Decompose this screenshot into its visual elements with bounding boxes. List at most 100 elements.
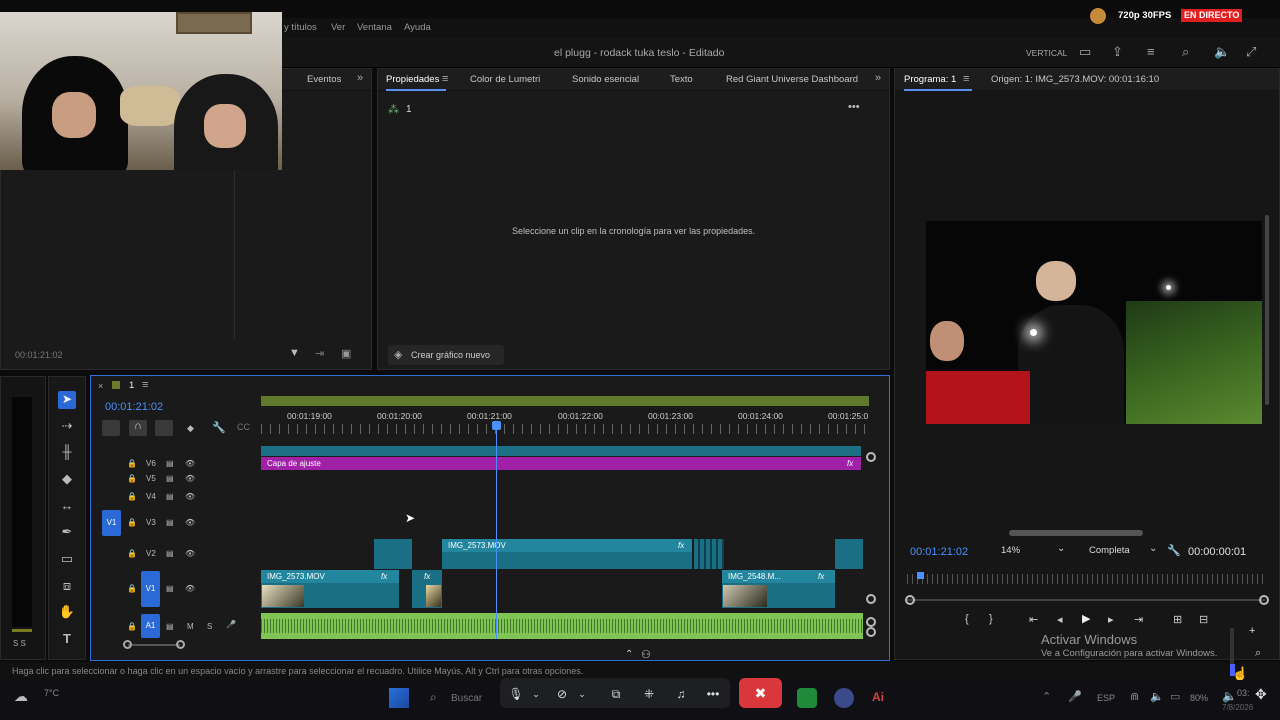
- track-select-icon[interactable]: ⇢: [57, 417, 77, 435]
- mic-icon[interactable]: 🎤: [226, 620, 236, 629]
- workspace-label[interactable]: VERTICAL: [1026, 48, 1067, 58]
- lock-icon[interactable]: 🔒: [127, 622, 137, 631]
- clip-v2-small[interactable]: [374, 539, 412, 569]
- type-icon[interactable]: T: [57, 630, 77, 648]
- slip-icon[interactable]: ↔: [57, 497, 77, 515]
- eye-icon[interactable]: 👁: [185, 549, 195, 558]
- lock-icon[interactable]: 🔒: [127, 459, 137, 468]
- more-options-icon[interactable]: •••: [703, 683, 723, 705]
- add-button-icon[interactable]: +: [1249, 625, 1255, 637]
- source-patch-v1[interactable]: V1: [102, 510, 121, 536]
- hand-icon[interactable]: ✋: [57, 603, 77, 621]
- clip-v2-fragments[interactable]: [694, 539, 724, 569]
- sync-icon[interactable]: ▤: [166, 518, 174, 527]
- horizontal-scrollbar[interactable]: [1009, 530, 1143, 536]
- time-ruler[interactable]: [261, 424, 869, 434]
- go-to-in-icon[interactable]: ⇤: [1029, 613, 1038, 626]
- quality-select[interactable]: Completa ⌄: [1085, 543, 1165, 559]
- weather-icon[interactable]: ☁: [14, 688, 28, 705]
- tab-text[interactable]: Texto: [670, 69, 693, 91]
- lock-icon[interactable]: 🔒: [127, 518, 137, 527]
- volume-icon[interactable]: 🔈: [1214, 44, 1230, 60]
- sync-icon[interactable]: ▤: [166, 549, 174, 558]
- zoom-handle-right[interactable]: [1259, 595, 1269, 605]
- list-icon[interactable]: ≡: [1147, 44, 1155, 59]
- go-to-out-icon[interactable]: ⇥: [1134, 613, 1143, 626]
- mic-icon[interactable]: 🎙: [508, 683, 524, 705]
- clip-v1-short[interactable]: fx: [412, 570, 442, 608]
- audio-zoom-handle-top[interactable]: [866, 617, 876, 627]
- sync-icon[interactable]: ▤: [166, 492, 174, 501]
- program-playhead[interactable]: [917, 572, 924, 579]
- menu-item-window[interactable]: Ventana: [357, 22, 392, 33]
- tab-menu-icon[interactable]: ≡: [442, 73, 448, 85]
- menu-item-titles[interactable]: y títulos: [284, 22, 317, 33]
- program-video-frame[interactable]: [926, 221, 1262, 424]
- tag-icon[interactable]: ⇥: [315, 347, 324, 360]
- clip-top-layer[interactable]: [261, 446, 861, 456]
- step-forward-icon[interactable]: ▸: [1108, 613, 1114, 626]
- vertical-scrollbar[interactable]: [1265, 215, 1269, 405]
- search-icon[interactable]: ⌕: [1182, 44, 1189, 60]
- chevron-down-icon[interactable]: ⌄: [576, 683, 588, 705]
- chevron-up-icon[interactable]: ⌃: [1042, 690, 1051, 703]
- tab-lumetri[interactable]: Color de Lumetri: [470, 69, 540, 91]
- clip-v2-end[interactable]: [835, 539, 863, 569]
- volume-icon[interactable]: 🔈: [1150, 690, 1164, 703]
- eye-icon[interactable]: 👁: [185, 584, 195, 593]
- tab-red-giant[interactable]: Red Giant Universe Dashboard: [726, 69, 858, 91]
- close-icon[interactable]: ×: [98, 381, 103, 391]
- pen-icon[interactable]: ✒: [57, 523, 77, 541]
- mic-icon[interactable]: 🎤: [1068, 690, 1082, 703]
- eye-icon[interactable]: 👁: [185, 459, 195, 468]
- volume-icon[interactable]: 🔈: [1222, 689, 1237, 703]
- track-name-v5[interactable]: V5: [146, 474, 156, 483]
- create-graphic-button[interactable]: ◈ Crear gráfico nuevo: [388, 345, 504, 365]
- disconnect-button[interactable]: ✖: [739, 678, 782, 708]
- clip-v2-main[interactable]: IMG_2573.MOV fx: [442, 539, 692, 569]
- tab-program[interactable]: Programa: 1: [904, 69, 956, 91]
- timeline-tab[interactable]: 1: [129, 380, 134, 391]
- tab-events[interactable]: Eventos: [307, 69, 341, 91]
- sync-icon[interactable]: ▤: [166, 622, 174, 631]
- taskbar-search[interactable]: Buscar: [451, 693, 482, 704]
- tab-essential-sound[interactable]: Sonido esencial: [572, 69, 639, 91]
- people-icon[interactable]: ⚇: [641, 648, 651, 661]
- wrench-icon[interactable]: 🔧: [1167, 544, 1181, 557]
- tab-menu-icon[interactable]: ≡: [142, 379, 148, 391]
- panel-overflow-icon[interactable]: »: [875, 72, 881, 84]
- track-name-v2[interactable]: V2: [146, 549, 156, 558]
- share-icon[interactable]: ⇪: [1112, 44, 1123, 60]
- wifi-icon[interactable]: ⋒: [1130, 690, 1139, 703]
- lock-icon[interactable]: 🔒: [127, 584, 137, 593]
- track-name-v3[interactable]: V3: [146, 518, 156, 527]
- ripple-edit-icon[interactable]: ╫: [57, 443, 77, 461]
- audio-zoom-handle-bottom[interactable]: [866, 627, 876, 637]
- lift-icon[interactable]: ⊞: [1173, 613, 1182, 626]
- search-icon[interactable]: ⌕: [430, 690, 437, 705]
- eye-icon[interactable]: 👁: [185, 518, 195, 527]
- track-name-v1[interactable]: V1: [141, 571, 160, 607]
- filter-icon[interactable]: ▼: [289, 347, 300, 359]
- captions-icon[interactable]: CC: [237, 422, 250, 432]
- clip-adjustment-layer[interactable]: Capa de ajuste fx: [261, 457, 861, 470]
- menu-item-view[interactable]: Ver: [331, 22, 345, 33]
- snap-icon[interactable]: ∩: [129, 420, 147, 436]
- windows-start-icon[interactable]: [389, 688, 409, 708]
- track-name-a1[interactable]: A1: [141, 614, 160, 638]
- app-icon[interactable]: [797, 688, 817, 708]
- crop-icon[interactable]: ⧈: [57, 577, 77, 595]
- solo-button[interactable]: S: [207, 622, 212, 631]
- playhead-handle[interactable]: [492, 421, 501, 430]
- track-name-v4[interactable]: V4: [146, 492, 156, 501]
- tab-properties[interactable]: Propiedades: [386, 69, 439, 91]
- mute-button[interactable]: M: [187, 622, 194, 631]
- vertical-zoom-handle-bottom[interactable]: [866, 594, 876, 604]
- timeline-timecode[interactable]: 00:01:21:02: [105, 401, 163, 413]
- sync-icon[interactable]: ▤: [166, 474, 174, 483]
- linked-selection-button[interactable]: [155, 420, 173, 436]
- folder-icon[interactable]: ▣: [341, 347, 351, 360]
- step-back-icon[interactable]: ◂: [1057, 613, 1063, 626]
- battery-icon[interactable]: ▭: [1170, 690, 1180, 703]
- tab-menu-icon[interactable]: ≡: [963, 73, 969, 85]
